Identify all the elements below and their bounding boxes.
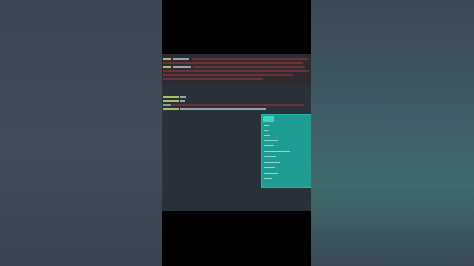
dropdown-item[interactable] (264, 178, 272, 179)
command-text (173, 66, 191, 68)
command-text (173, 58, 189, 60)
error-line (172, 104, 304, 106)
dropdown-item[interactable] (264, 140, 278, 141)
error-line (193, 66, 305, 68)
dropdown-item[interactable] (264, 162, 280, 163)
screen-capture (162, 0, 311, 266)
prompt-marker (163, 58, 171, 60)
dropdown-item[interactable] (264, 135, 270, 136)
dropdown-item-selected[interactable] (263, 116, 274, 122)
dropdown-item[interactable] (264, 151, 290, 152)
video-frame (0, 0, 474, 266)
error-line (192, 58, 308, 60)
dropdown-item[interactable] (264, 125, 269, 126)
prompt-line (163, 108, 179, 110)
autocomplete-dropdown[interactable] (261, 114, 311, 188)
arrow-marker (163, 104, 171, 106)
prompt-marker (163, 66, 171, 68)
prompt-line (163, 96, 179, 98)
error-output-block (162, 55, 311, 83)
url-text (180, 108, 266, 110)
error-line (163, 78, 263, 80)
dropdown-item[interactable] (264, 167, 275, 168)
dropdown-item[interactable] (264, 145, 274, 146)
prompt-line (163, 100, 179, 102)
terminal-window[interactable] (162, 54, 311, 211)
dropdown-item[interactable] (264, 156, 276, 157)
blurred-background-left (0, 0, 162, 266)
command-text (180, 96, 186, 98)
dropdown-item[interactable] (264, 130, 268, 131)
error-line (163, 74, 293, 76)
blurred-background-right (311, 0, 474, 266)
error-line (163, 70, 309, 72)
dropdown-item[interactable] (264, 173, 278, 174)
error-line (163, 62, 303, 64)
command-text (180, 100, 185, 102)
